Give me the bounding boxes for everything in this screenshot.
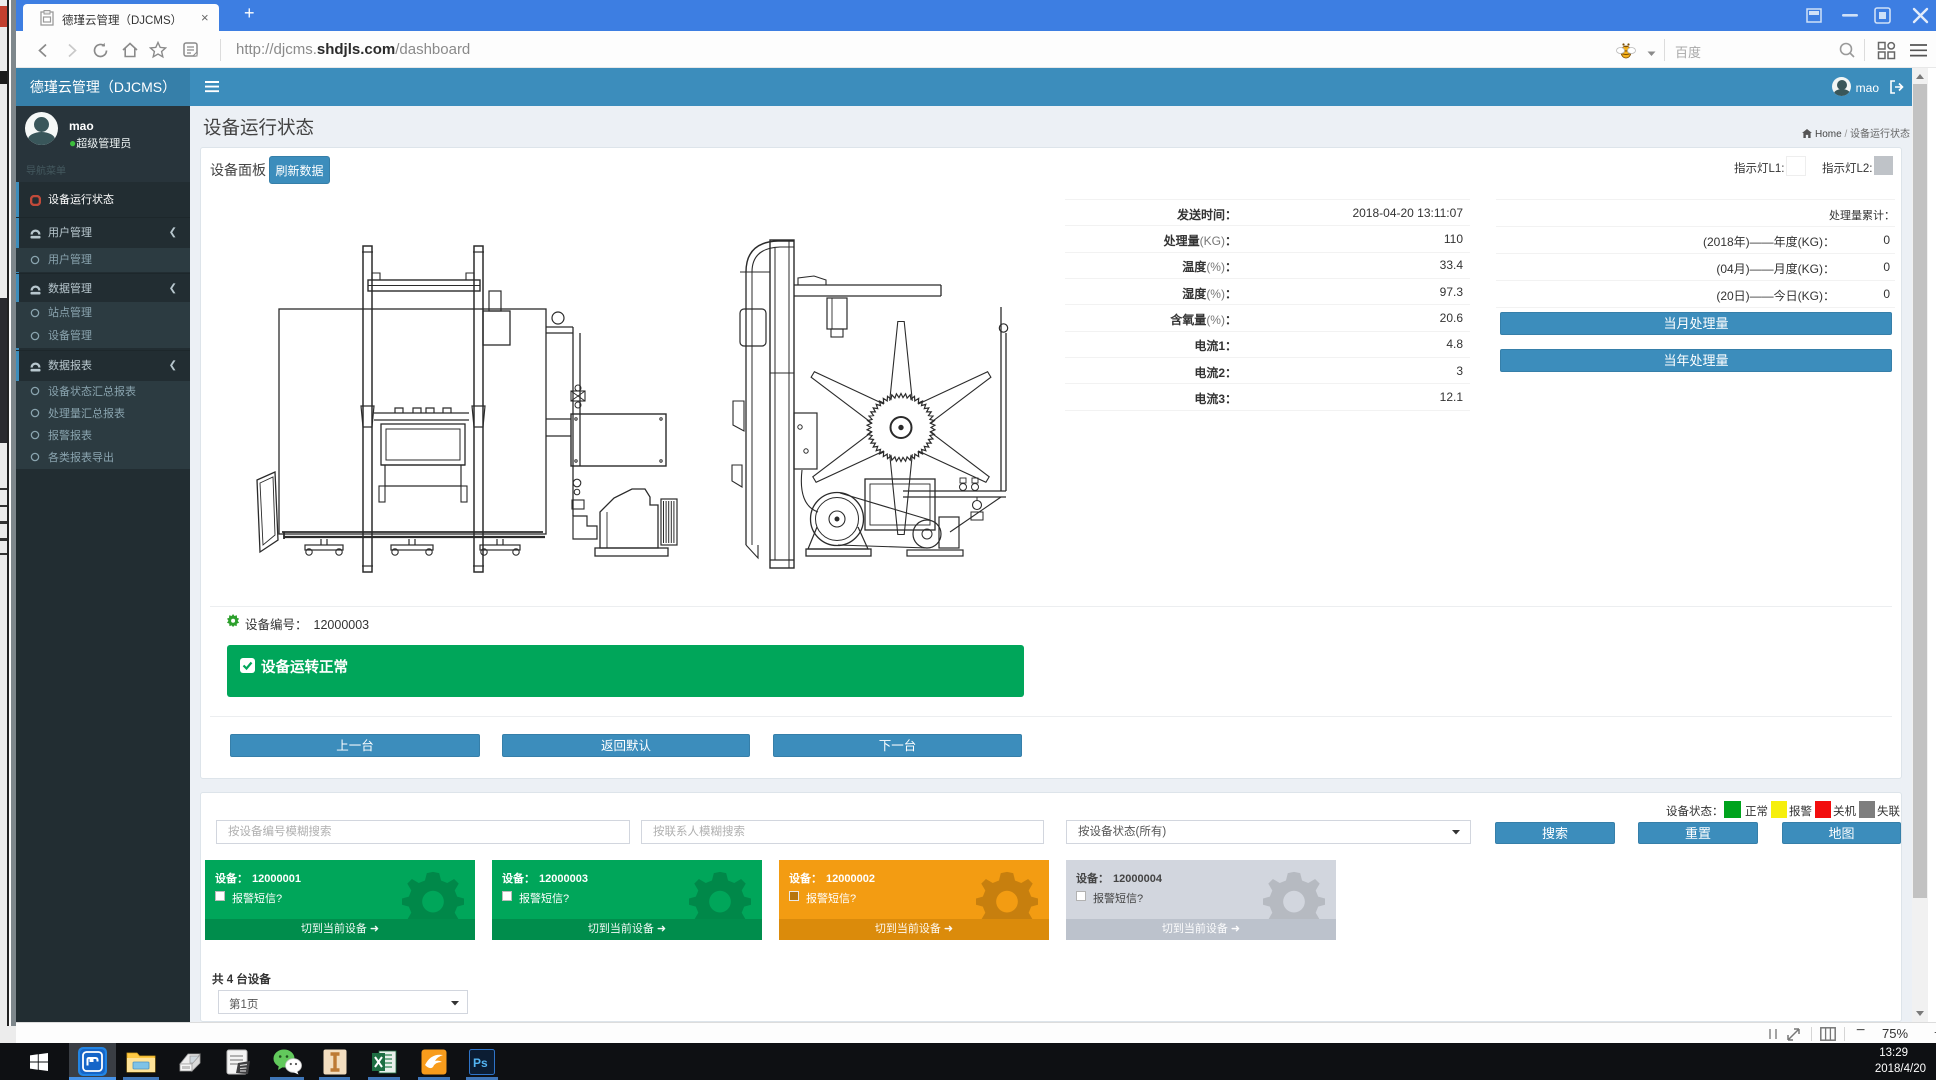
svg-text:Ps: Ps	[473, 1056, 488, 1070]
